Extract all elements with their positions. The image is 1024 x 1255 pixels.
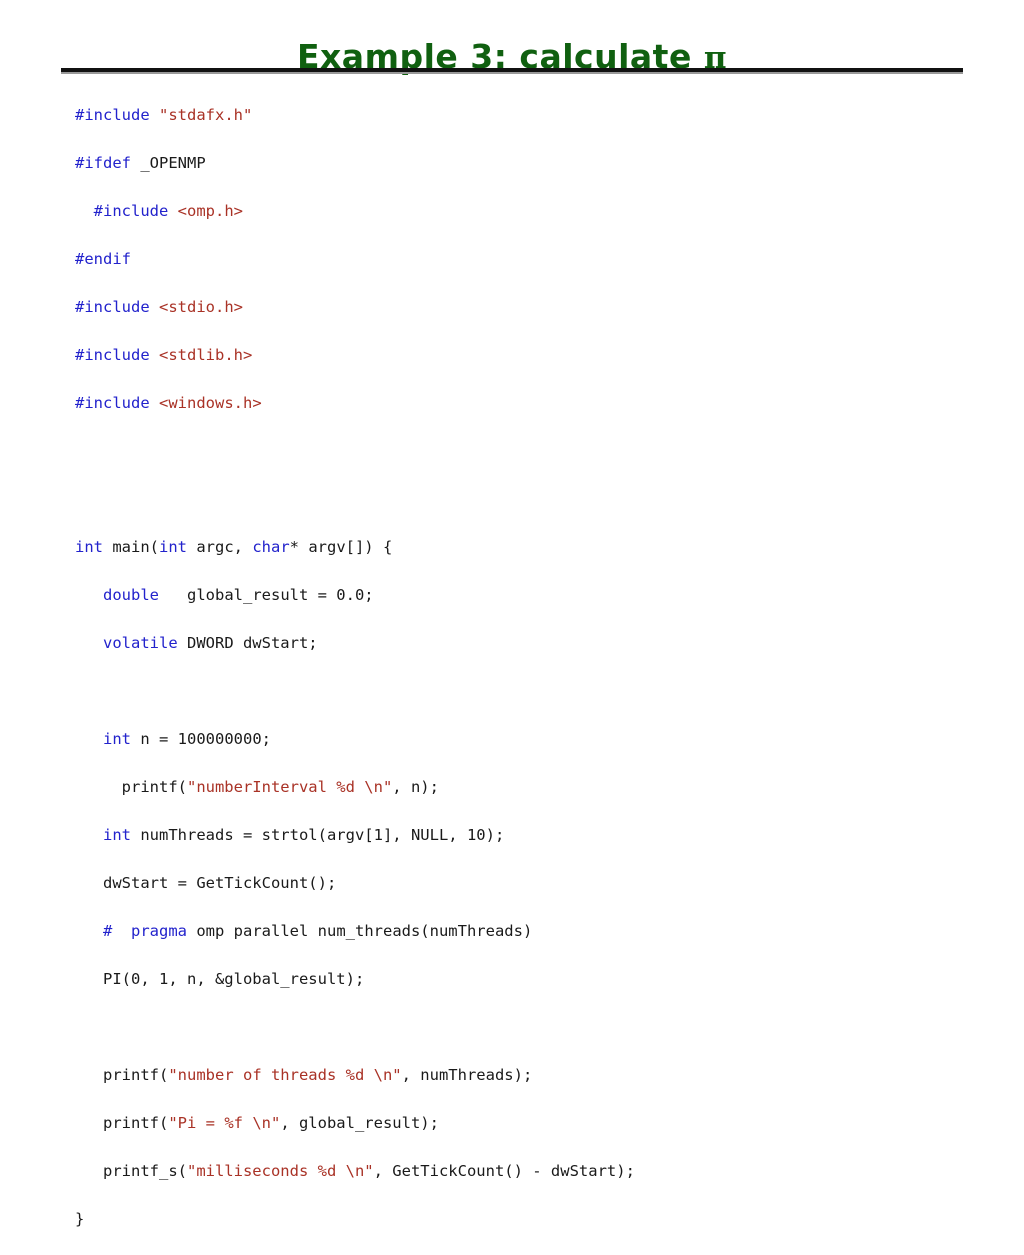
code-token-pre: #ifdef (75, 153, 131, 172)
code-token-plain: * argv[]) { (289, 537, 393, 556)
code-token-str: "stdafx.h" (159, 105, 253, 124)
code-token-str: <windows.h> (159, 393, 262, 412)
code-line: #ifdef _OPENMP (75, 151, 975, 175)
code-token-plain: numThreads = strtol(argv[1], NULL, 10); (131, 825, 505, 844)
code-line: volatile DWORD dwStart; (75, 631, 975, 655)
code-token-plain: DWORD dwStart; (177, 633, 318, 652)
code-token-pre: #include (75, 297, 150, 316)
code-token-plain: argc, (187, 537, 253, 556)
code-token-kw: int (103, 825, 131, 844)
code-token-str: "Pi = %f \n" (168, 1113, 281, 1132)
code-line: #endif (75, 247, 975, 271)
code-token-plain: printf_s( (75, 1161, 187, 1180)
code-token-plain: } (75, 1209, 85, 1228)
code-token-plain: , global_result); (280, 1113, 439, 1132)
code-token-str: <stdlib.h> (159, 345, 253, 364)
code-line: dwStart = GetTickCount(); (75, 871, 975, 895)
code-line: # pragma omp parallel num_threads(numThr… (75, 919, 975, 943)
code-line: int numThreads = strtol(argv[1], NULL, 1… (75, 823, 975, 847)
code-line: #include <stdio.h> (75, 295, 975, 319)
code-token-plain: printf( (75, 1065, 169, 1084)
code-token-str: "number of threads %d \n" (168, 1065, 402, 1084)
code-line: #include <omp.h> (75, 199, 975, 223)
code-line: printf_s("milliseconds %d \n", GetTickCo… (75, 1159, 975, 1183)
code-line: int n = 100000000; (75, 727, 975, 751)
code-line: #include <windows.h> (75, 391, 975, 415)
code-line: #include <stdlib.h> (75, 343, 975, 367)
code-token-str: "milliseconds %d \n" (186, 1161, 374, 1180)
code-token-pre: #endif (75, 249, 131, 268)
code-token-str: <omp.h> (177, 201, 243, 220)
code-token-pre: pragma (131, 921, 188, 940)
code-token-pre: # (103, 921, 113, 940)
code-token-plain: _OPENMP (131, 153, 206, 172)
code-token-plain: , numThreads); (401, 1065, 533, 1084)
code-token-kw: int (75, 537, 103, 556)
code-block: #include "stdafx.h" #ifdef _OPENMP #incl… (75, 103, 975, 1255)
code-token-str: <stdio.h> (159, 297, 243, 316)
code-token-pre: #include (75, 393, 150, 412)
slide-title-area: Example 3: calculate π (0, 16, 1024, 99)
code-line: double global_result = 0.0; (75, 583, 975, 607)
code-line: printf("number of threads %d \n", numThr… (75, 1063, 975, 1087)
slide-canvas: Example 3: calculate π #include "stdafx.… (0, 0, 1024, 1228)
code-line: printf("Pi = %f \n", global_result); (75, 1111, 975, 1135)
code-token-plain: PI(0, 1, n, &global_result); (75, 969, 365, 988)
code-token-kw: volatile (103, 633, 178, 652)
code-token-pre: #include (75, 345, 150, 364)
code-token-pre: #include (75, 105, 150, 124)
code-token-pre: #include (93, 201, 169, 220)
code-token-plain: printf( (75, 777, 187, 796)
code-line: int main(int argc, char* argv[]) { (75, 535, 975, 559)
code-token-kw: double (103, 585, 159, 604)
code-token-plain: , n); (392, 777, 439, 796)
code-token-plain: , GetTickCount() - dwStart); (373, 1161, 635, 1180)
code-line: printf("numberInterval %d \n", n); (75, 775, 975, 799)
code-token-kw: char (252, 537, 290, 556)
code-token-plain: dwStart = GetTickCount(); (75, 873, 337, 892)
code-token-plain: n = 100000000; (131, 729, 271, 748)
code-line: #include "stdafx.h" (75, 103, 975, 127)
code-token-plain: omp parallel num_threads(numThreads) (187, 921, 533, 940)
code-token-kw: int (159, 537, 187, 556)
code-line: PI(0, 1, n, &global_result); (75, 967, 975, 991)
code-token-plain: global_result = 0.0; (159, 585, 374, 604)
code-token-plain: printf( (75, 1113, 169, 1132)
title-divider-shadow (61, 72, 963, 74)
code-token-kw: int (103, 729, 131, 748)
code-line: } (75, 1207, 975, 1231)
code-token-plain: main( (103, 537, 159, 556)
code-token-str: "numberInterval %d \n" (186, 777, 393, 796)
